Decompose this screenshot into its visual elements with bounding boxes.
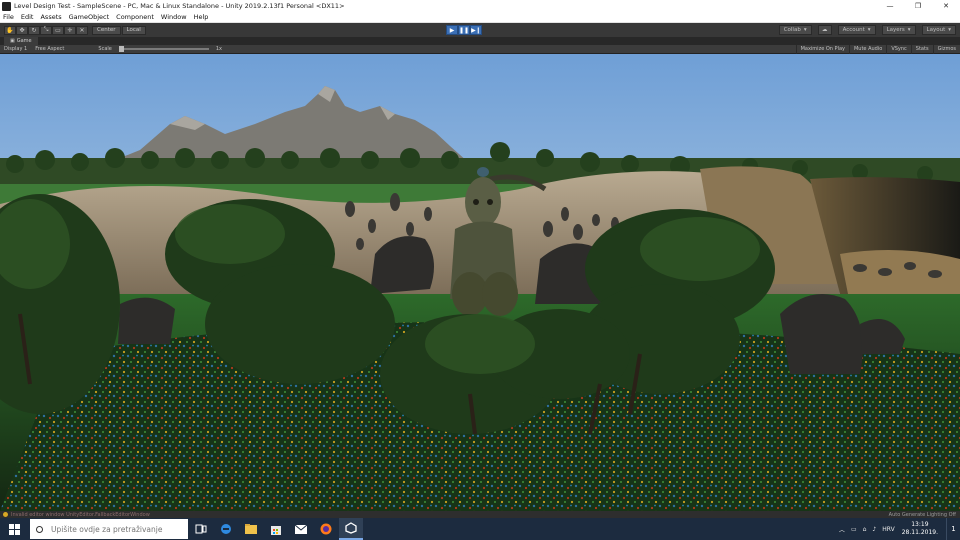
gizmos-dropdown[interactable]: Gizmos [932, 45, 960, 54]
mail-icon[interactable] [289, 518, 313, 540]
console-status-bar[interactable]: Invalid editor window UnityEditor.Fallba… [0, 511, 960, 518]
system-tray: ︿ ▭ ⌂ ♪ HRV 13:19 28.11.2019. 1 [836, 518, 960, 540]
search-icon [36, 525, 43, 533]
rotate-tool-icon[interactable]: ↻ [28, 25, 40, 35]
firefox-icon[interactable] [314, 518, 338, 540]
window-title: Level Design Test - SampleScene - PC, Ma… [14, 2, 345, 10]
taskbar-search-box[interactable] [30, 519, 188, 539]
taskbar-clock[interactable]: 13:19 28.11.2019. [902, 521, 938, 537]
minimize-button[interactable]: — [876, 0, 904, 12]
rect-tool-icon[interactable]: ▭ [52, 25, 64, 35]
space-label: Local [126, 27, 141, 33]
mute-audio-toggle[interactable]: Mute Audio [848, 45, 886, 54]
clock-time: 13:19 [911, 521, 929, 528]
account-dropdown[interactable]: Account ▾ [837, 25, 876, 35]
cloud-icon[interactable]: ☁ [817, 25, 832, 35]
scale-slider[interactable] [118, 46, 209, 52]
stats-toggle[interactable]: Stats [910, 45, 933, 54]
notification-count: 1 [951, 525, 956, 533]
transform-tool-icon[interactable]: ✛ [64, 25, 76, 35]
scale-slider-handle[interactable] [118, 46, 124, 52]
vsync-toggle[interactable]: VSync [886, 45, 910, 54]
windows-logo-icon [8, 523, 20, 535]
menu-edit[interactable]: Edit [21, 13, 34, 21]
unity-logo-icon [2, 1, 11, 11]
maximize-button[interactable]: ❐ [904, 0, 932, 12]
menu-bar: File Edit Assets GameObject Component Wi… [0, 12, 960, 23]
menu-assets[interactable]: Assets [40, 13, 61, 21]
language-indicator[interactable]: HRV [882, 526, 894, 533]
account-label: Account [842, 27, 865, 33]
pause-button[interactable]: ❚❚ [458, 25, 470, 35]
tab-strip: ▣ Game [0, 37, 960, 45]
game-viewport[interactable] [0, 54, 960, 511]
move-tool-icon[interactable]: ✥ [16, 25, 28, 35]
pivot-label: Center [97, 27, 116, 33]
game-tab-label: Game [16, 38, 32, 44]
close-button[interactable]: ✕ [932, 0, 960, 12]
chevron-up-icon[interactable]: ︿ [839, 525, 845, 534]
layout-dropdown[interactable]: Layout ▾ [921, 25, 956, 35]
aspect-dropdown[interactable]: Free Aspect [31, 46, 68, 52]
start-button[interactable] [0, 518, 28, 540]
maximize-on-play-toggle[interactable]: Maximize On Play [795, 45, 849, 54]
file-explorer-icon[interactable] [239, 518, 263, 540]
custom-tool-icon[interactable]: ✕ [76, 25, 88, 35]
search-input[interactable] [51, 524, 181, 534]
layers-dropdown[interactable]: Layers ▾ [881, 25, 916, 35]
play-button[interactable]: ▶ [446, 25, 458, 35]
menu-gameobject[interactable]: GameObject [69, 13, 110, 21]
scale-tool-icon[interactable]: ⤡ [40, 25, 52, 35]
lighting-status: Auto Generate Lighting Off [888, 511, 956, 518]
scale-label: Scale [98, 46, 112, 52]
clock-date: 28.11.2019. [901, 529, 938, 536]
battery-icon[interactable]: ▭ [851, 526, 857, 533]
hand-tool-icon[interactable]: ✋ [4, 25, 16, 35]
game-scene-render [0, 54, 960, 511]
pivot-toggle-button[interactable]: Center [92, 25, 121, 35]
store-icon[interactable] [264, 518, 288, 540]
collab-button[interactable]: Collab ▾ [778, 25, 812, 35]
status-message: Invalid editor window UnityEditor.Fallba… [11, 511, 150, 518]
scale-value: 1x [215, 46, 222, 52]
windows-taskbar: ︿ ▭ ⌂ ♪ HRV 13:19 28.11.2019. 1 [0, 518, 960, 540]
menu-file[interactable]: File [3, 13, 14, 21]
menu-component[interactable]: Component [116, 13, 154, 21]
space-toggle-button[interactable]: Local [121, 25, 146, 35]
menu-help[interactable]: Help [194, 13, 209, 21]
layers-label: Layers [886, 27, 905, 33]
volume-icon[interactable]: ♪ [872, 526, 876, 533]
game-view-bar: Display 1 Free Aspect Scale 1x Maximize … [0, 45, 960, 54]
edge-browser-icon[interactable] [214, 518, 238, 540]
collab-label: Collab [783, 27, 801, 33]
unity-editor-window: Level Design Test - SampleScene - PC, Ma… [0, 0, 960, 540]
layout-label: Layout [926, 27, 946, 33]
transform-tools: ✋ ✥ ↻ ⤡ ▭ ✛ ✕ [4, 25, 88, 35]
network-icon[interactable]: ⌂ [863, 526, 867, 533]
display-dropdown[interactable]: Display 1 [0, 46, 31, 52]
unity-taskbar-icon[interactable] [339, 518, 363, 540]
unity-toolbar: ✋ ✥ ↻ ⤡ ▭ ✛ ✕ Center Local ▶ ❚❚ ▶❙ Colla… [0, 23, 960, 37]
title-bar: Level Design Test - SampleScene - PC, Ma… [0, 0, 960, 12]
menu-window[interactable]: Window [161, 13, 187, 21]
notifications-button[interactable]: 1 [946, 518, 960, 540]
tab-game[interactable]: ▣ Game [4, 37, 38, 45]
step-button[interactable]: ▶❙ [470, 25, 482, 35]
game-tab-icon: ▣ [10, 38, 15, 44]
task-view-icon[interactable] [189, 518, 213, 540]
warning-icon [3, 512, 8, 517]
play-controls: ▶ ❚❚ ▶❙ [446, 25, 482, 35]
